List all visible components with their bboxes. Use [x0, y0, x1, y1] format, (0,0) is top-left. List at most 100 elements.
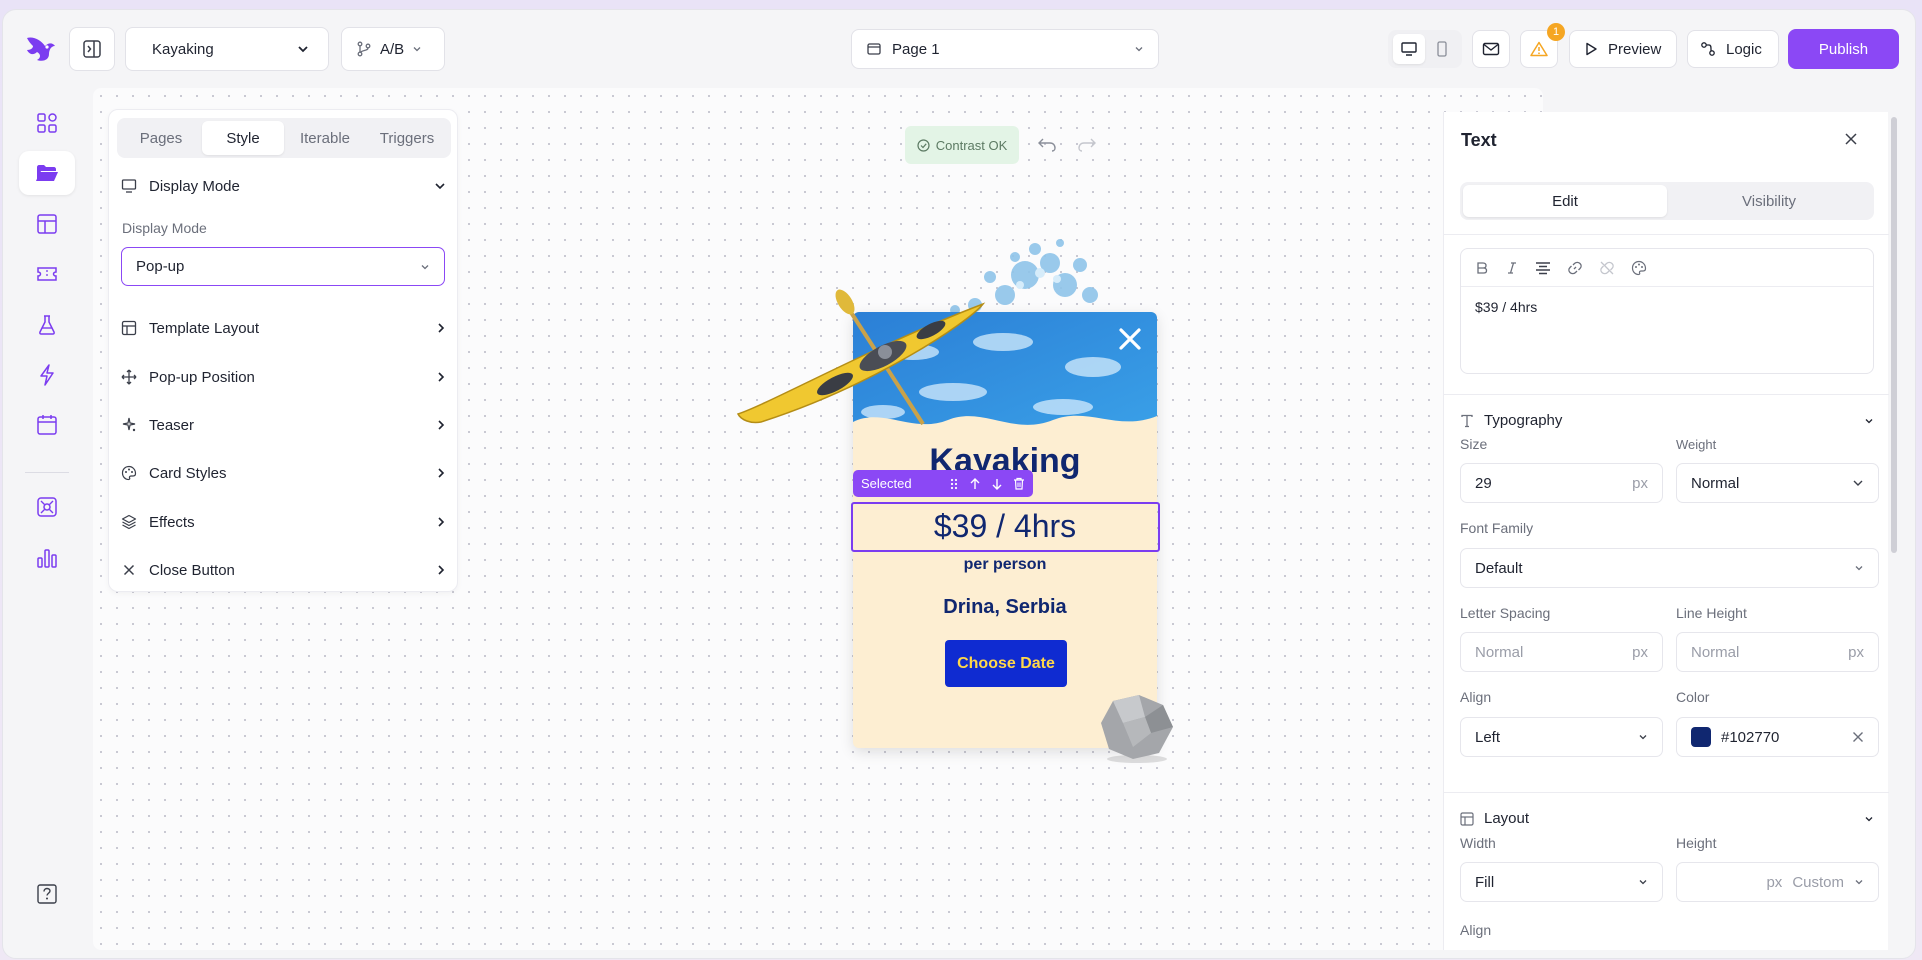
bold-icon[interactable]	[1475, 261, 1489, 275]
chevron-down-icon	[1865, 816, 1873, 821]
rail-item-campaigns[interactable]	[19, 151, 75, 195]
font-family-select[interactable]: Default	[1460, 548, 1879, 588]
desktop-view-button[interactable]	[1392, 34, 1425, 64]
drag-handle-icon[interactable]	[949, 478, 959, 490]
width-select[interactable]: Fill	[1460, 862, 1663, 902]
height-input[interactable]: px Custom	[1676, 862, 1879, 902]
email-button[interactable]	[1472, 30, 1510, 68]
rail-item-schedule[interactable]	[19, 403, 75, 447]
section-display-mode[interactable]: Display Mode	[121, 174, 447, 198]
rail-item-experiments[interactable]	[19, 303, 75, 347]
choose-date-button[interactable]: Choose Date	[945, 640, 1067, 687]
display-mode-select[interactable]: Pop-up	[121, 247, 445, 286]
mobile-icon	[1436, 41, 1447, 57]
divider	[1444, 394, 1889, 395]
rail-divider	[25, 472, 69, 473]
rail-item-dashboard[interactable]	[19, 101, 75, 145]
undo-button[interactable]	[1037, 134, 1057, 154]
arrow-down-icon[interactable]	[991, 478, 1003, 490]
preview-button[interactable]: Preview	[1569, 30, 1677, 68]
ab-test-select[interactable]: A/B	[341, 27, 445, 71]
clear-icon[interactable]	[1852, 731, 1864, 743]
section-label: Typography	[1484, 412, 1563, 429]
rail-item-integrations[interactable]	[19, 485, 75, 529]
section-effects[interactable]: Effects	[121, 510, 447, 534]
italic-icon[interactable]	[1505, 261, 1519, 275]
app-logo-icon[interactable]	[23, 34, 57, 64]
layout-align-label: Align	[1460, 922, 1492, 938]
align-center-icon[interactable]	[1535, 261, 1551, 275]
height-mode[interactable]: Custom	[1792, 874, 1844, 891]
tab-triggers[interactable]: Triggers	[366, 121, 448, 155]
desktop-icon	[1400, 42, 1417, 56]
analytics-icon	[37, 549, 57, 568]
line-height-input[interactable]: Normal px	[1676, 632, 1879, 672]
font-size-input[interactable]: 29 px	[1460, 463, 1663, 503]
tab-visibility[interactable]: Visibility	[1667, 185, 1871, 217]
trash-icon[interactable]	[1013, 477, 1025, 490]
chevron-right-icon	[438, 420, 445, 430]
branch-icon	[357, 41, 371, 57]
rail-item-help[interactable]	[19, 872, 75, 916]
unit-label: px	[1632, 643, 1648, 661]
rail-item-templates[interactable]	[19, 202, 75, 246]
app-window: Kayaking A/B Page 1 1 Preview Logic Publ…	[2, 9, 1916, 959]
font-weight-select[interactable]: Normal	[1676, 463, 1879, 503]
editor-text-area[interactable]: $39 / 4hrs	[1461, 287, 1873, 327]
editor-toolbar	[1461, 249, 1873, 287]
color-swatch[interactable]	[1691, 727, 1711, 747]
link-icon[interactable]	[1567, 260, 1583, 276]
font-family-value: Default	[1475, 559, 1523, 577]
redo-button[interactable]	[1077, 134, 1097, 154]
rail-item-offers[interactable]	[19, 252, 75, 296]
tab-iterable[interactable]: Iterable	[284, 121, 366, 155]
panel-close-button[interactable]	[1844, 132, 1858, 146]
tab-style[interactable]: Style	[202, 121, 284, 155]
sidebar-toggle-button[interactable]	[69, 27, 115, 71]
divider	[1444, 792, 1889, 793]
section-label: Pop-up Position	[149, 368, 255, 386]
rail-item-automations[interactable]	[19, 353, 75, 397]
font-weight-value: Normal	[1691, 474, 1740, 492]
logic-button[interactable]: Logic	[1687, 30, 1779, 68]
mobile-view-button[interactable]	[1426, 34, 1458, 64]
campaign-select[interactable]: Kayaking	[125, 27, 329, 71]
section-template-layout[interactable]: Template Layout	[121, 316, 447, 340]
unlink-icon[interactable]	[1599, 260, 1615, 276]
section-card-styles[interactable]: Card Styles	[121, 461, 447, 485]
palette-icon	[121, 465, 137, 481]
popup-location[interactable]: Drina, Serbia	[853, 596, 1157, 619]
weight-label: Weight	[1676, 437, 1717, 452]
section-layout[interactable]: Layout	[1460, 810, 1874, 827]
check-circle-icon	[917, 138, 930, 152]
arrow-up-icon[interactable]	[969, 477, 981, 490]
contrast-badge[interactable]: Contrast OK	[905, 126, 1019, 164]
section-label: Card Styles	[149, 464, 227, 482]
tab-edit[interactable]: Edit	[1463, 185, 1667, 217]
text-color-input[interactable]: #102770	[1676, 717, 1879, 757]
section-typography[interactable]: Typography	[1460, 412, 1874, 429]
selected-element-outline	[851, 502, 1160, 552]
line-height-value: Normal	[1691, 643, 1740, 661]
warnings-button[interactable]: 1	[1520, 23, 1565, 68]
text-align-select[interactable]: Left	[1460, 717, 1663, 757]
palette-icon[interactable]	[1631, 260, 1647, 276]
chevron-right-icon	[438, 323, 445, 333]
chevron-right-icon	[438, 372, 445, 382]
section-popup-position[interactable]: Pop-up Position	[121, 365, 447, 389]
rail-item-analytics[interactable]	[19, 536, 75, 580]
section-label: Layout	[1484, 810, 1530, 827]
section-teaser[interactable]: Teaser	[121, 413, 447, 437]
publish-button[interactable]: Publish	[1788, 29, 1899, 69]
panel-scrollbar[interactable]	[1891, 117, 1897, 553]
tab-pages[interactable]: Pages	[120, 121, 202, 155]
text-color-value: #102770	[1721, 728, 1780, 746]
popup-per-person[interactable]: per person	[853, 556, 1157, 574]
section-close-button[interactable]: Close Button	[121, 558, 447, 582]
font-family-label: Font Family	[1460, 520, 1534, 536]
letter-spacing-input[interactable]: Normal px	[1460, 632, 1663, 672]
page-select[interactable]: Page 1	[851, 29, 1159, 69]
device-switcher	[1388, 30, 1462, 68]
mail-icon	[1482, 42, 1500, 56]
popup-close-button[interactable]	[1117, 326, 1143, 352]
